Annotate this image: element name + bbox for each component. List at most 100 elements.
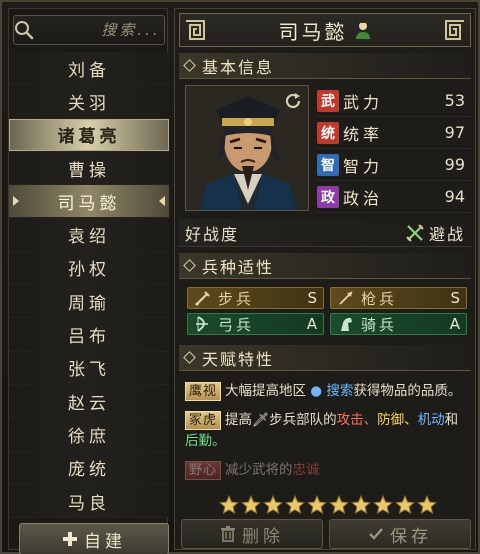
star-icon[interactable]	[263, 495, 283, 515]
sword-icon: 🗡	[252, 412, 270, 428]
character-list-item[interactable]: 徐庶	[9, 418, 169, 452]
character-list-item[interactable]: 马良	[9, 484, 169, 519]
aggression-row: 好战度 避战	[179, 219, 471, 247]
star-icon[interactable]	[329, 495, 349, 515]
stats-list: 武武力 53 统统率 97 智智力 99 政政治 94	[315, 85, 471, 213]
star-icon[interactable]	[395, 495, 415, 515]
star-icon[interactable]	[351, 495, 371, 515]
stat-row: 智智力 99	[315, 149, 471, 181]
person-icon	[355, 21, 370, 39]
save-button-label: 保存	[390, 526, 432, 547]
stat-row: 统统率 97	[315, 117, 471, 149]
troop-aptitude-item: 枪兵 S	[330, 287, 467, 309]
character-detail-panel: 司马懿 基本信息 武 武力 53 统 统率 97 智 智力 99 政 政治 94…	[174, 8, 476, 550]
character-list-item[interactable]: 周瑜	[9, 285, 169, 319]
refresh-icon[interactable]	[283, 91, 303, 111]
plus-icon	[63, 532, 77, 546]
talent-tag: 冢虎	[185, 411, 222, 430]
character-list-panel: 刘备关羽诸葛亮曹操司马懿袁绍孙权周瑜吕布张飞赵云徐庶庞统马良 自建	[8, 8, 228, 554]
delete-button[interactable]: 删除	[181, 519, 323, 549]
character-editor: 刘备关羽诸葛亮曹操司马懿袁绍孙权周瑜吕布张飞赵云徐庶庞统马良 自建 司马懿 基本…	[0, 0, 480, 554]
star-icon[interactable]	[219, 495, 239, 515]
character-list-item[interactable]: 孙权	[9, 251, 169, 286]
talent-tag: 野心	[185, 461, 222, 480]
delete-button-label: 删除	[242, 526, 284, 547]
troop-grade: A	[306, 315, 317, 333]
create-button[interactable]: 自建	[19, 523, 169, 554]
stat-badge: 政	[317, 185, 339, 208]
talent-text: 大幅提高地区	[225, 383, 307, 399]
sword-icon	[194, 291, 210, 307]
create-button-label: 自建	[84, 531, 126, 552]
talent-text: 减少武将的	[225, 462, 293, 478]
troop-grade: S	[450, 289, 460, 307]
stat-badge: 武	[317, 89, 339, 112]
troop-aptitude-item: 弓兵 A	[187, 313, 324, 335]
troop-grade: S	[307, 289, 317, 307]
character-list-item[interactable]: 赵云	[9, 384, 169, 419]
check-icon	[369, 528, 383, 540]
talent-highlight: 搜索	[326, 383, 354, 399]
stat-row: 政政治 94	[315, 181, 471, 213]
talent-item: 冢虎 提高🗡步兵部队的攻击、防御、机动和后勤。	[185, 410, 471, 452]
search-dot-icon: ●	[306, 383, 327, 399]
rating-stars[interactable]	[215, 495, 441, 519]
troop-name: 骑兵	[361, 315, 398, 334]
character-list-item[interactable]: 关羽	[9, 85, 169, 119]
troop-row: 步兵 S 枪兵 S	[187, 287, 467, 309]
character-list: 刘备 关羽 诸葛亮 曹操 司马懿 袁绍 孙权 周瑜 吕布 张飞 赵云 徐庶 庞统 马良	[9, 52, 169, 519]
stat-value: 97	[444, 123, 465, 142]
stat-value: 53	[444, 91, 465, 110]
section-talents: 天赋特性	[179, 345, 471, 371]
troop-aptitude-item: 骑兵 A	[330, 313, 467, 335]
aggression-value: 避战	[405, 221, 465, 245]
corner-ornament-icon	[445, 20, 464, 40]
crossed-swords-icon	[406, 223, 424, 242]
stat-value: 94	[444, 187, 465, 206]
stat-badge: 智	[317, 153, 339, 176]
character-list-item[interactable]: 张飞	[9, 351, 169, 385]
character-list-item[interactable]: 曹操	[9, 151, 169, 186]
talent-highlight: 攻击、	[336, 412, 378, 428]
character-list-item[interactable]: 庞统	[9, 451, 169, 485]
talent-highlight: 机动	[417, 412, 445, 428]
talent-text: 步兵部队的	[269, 412, 337, 428]
character-list-item[interactable]: 袁绍	[9, 218, 169, 252]
talent-highlight: 后勤。	[185, 433, 226, 449]
talent-text: 获得物品的品质。	[353, 383, 462, 399]
stat-row: 武武力 53	[315, 85, 471, 117]
search-icon	[14, 16, 34, 44]
horse-icon	[341, 317, 352, 331]
stat-name: 政治	[343, 188, 384, 208]
stat-badge: 统	[317, 121, 339, 144]
star-icon[interactable]	[285, 495, 305, 515]
section-troops: 兵种适性	[179, 253, 471, 279]
character-list-item[interactable]: 诸葛亮	[9, 118, 169, 152]
diamond-icon	[183, 259, 196, 272]
star-icon[interactable]	[417, 495, 437, 515]
character-list-item[interactable]: 司马懿	[9, 185, 169, 219]
troop-aptitude-item: 步兵 S	[187, 287, 324, 309]
talent-highlight: 忠诚	[292, 462, 320, 478]
troop-aptitude-grid: 步兵 S 枪兵 S 弓兵 A 骑兵 A	[187, 287, 467, 339]
character-name: 司马懿	[278, 19, 348, 44]
character-list-item[interactable]: 刘备	[9, 52, 169, 86]
star-icon[interactable]	[241, 495, 261, 515]
stat-name: 智力	[343, 156, 384, 176]
spear-icon	[339, 291, 353, 305]
section-title: 兵种适性	[202, 257, 275, 277]
section-title: 基本信息	[202, 57, 275, 77]
character-list-item[interactable]: 吕布	[9, 318, 169, 352]
save-button[interactable]: 保存	[329, 519, 471, 549]
talent-text: 提高	[225, 412, 253, 428]
search-box[interactable]	[13, 15, 228, 45]
star-icon[interactable]	[373, 495, 393, 515]
stat-name: 武力	[343, 92, 384, 112]
diamond-icon	[183, 351, 196, 364]
talent-tag: 鹰视	[185, 382, 222, 401]
section-title: 天赋特性	[202, 349, 275, 369]
troop-row: 弓兵 A 骑兵 A	[187, 313, 467, 335]
diamond-icon	[183, 59, 196, 72]
bow-icon	[196, 316, 208, 332]
star-icon[interactable]	[307, 495, 327, 515]
